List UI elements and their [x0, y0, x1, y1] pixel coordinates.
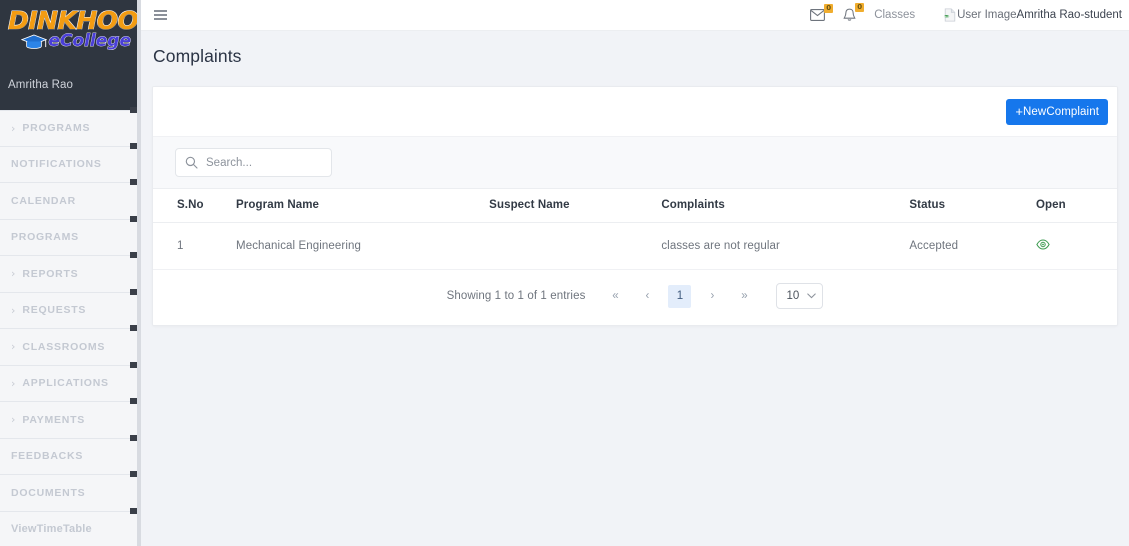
sidebar-brand-area: DINKHOO! eCollege Amritha Rao	[0, 0, 141, 110]
messages-badge: 0	[824, 4, 834, 13]
hamburger-bar	[154, 18, 167, 21]
pagination-last-button[interactable]: »	[733, 285, 755, 307]
sidebar-item-label: CLASSROOMS	[22, 340, 106, 353]
sidebar-item-classrooms[interactable]: › CLASSROOMS	[0, 325, 141, 366]
user-menu[interactable]: User Image Amritha Rao-student	[943, 8, 1125, 22]
chevron-right-icon: ›	[11, 340, 16, 354]
sidebar-item-programs[interactable]: › PROGRAMS	[0, 107, 141, 147]
hamburger-icon[interactable]	[152, 7, 169, 23]
search-icon	[185, 156, 198, 169]
table-header: S.No Program Name Suspect Name Complaint…	[153, 188, 1117, 223]
sidebar-item-label: PAYMENTS	[22, 413, 86, 426]
main-content: 0 0 Classes User Image Amritha Rao-stude…	[141, 0, 1129, 546]
pagination-next-button[interactable]: ›	[701, 285, 723, 307]
column-header-sno[interactable]: S.No	[153, 188, 237, 223]
user-name-label: Amritha Rao-student	[1016, 9, 1122, 21]
card-toolbar: + NewComplaint	[153, 87, 1117, 136]
logo-secondary-text: eCollege	[48, 31, 131, 51]
sidebar-item-applications[interactable]: › APPLICATIONS	[0, 361, 141, 402]
sidebar: DINKHOO! eCollege Amritha Rao › PROGRAMS	[0, 0, 141, 546]
sidebar-item-viewtimetable[interactable]: ViewTimeTable	[0, 507, 141, 546]
pagination-page-1[interactable]: 1	[668, 284, 692, 308]
graduation-cap-icon	[21, 34, 48, 49]
sidebar-item-payments[interactable]: › PAYMENTS	[0, 398, 141, 439]
topbar-actions: 0 0 Classes User Image Amritha Rao-stude…	[810, 3, 1125, 22]
sidebar-item-label: NOTIFICATIONS	[11, 158, 102, 171]
new-complaint-label: NewComplaint	[1023, 105, 1099, 118]
sidebar-item-notifications[interactable]: NOTIFICATIONS	[0, 142, 141, 183]
complaints-card: + NewComplaint S.No Program Na	[152, 86, 1118, 326]
cell-sno: 1	[153, 222, 237, 270]
plus-icon: +	[1015, 104, 1024, 119]
search-section	[153, 136, 1117, 188]
avatar-alt-text: User Image	[957, 9, 1017, 21]
chevron-down-icon	[807, 293, 817, 299]
sidebar-item-label: REQUESTS	[22, 304, 87, 317]
table-body: 1 Mechanical Engineering classes are not…	[153, 222, 1117, 270]
sidebar-item-programs-2[interactable]: PROGRAMS	[0, 215, 141, 256]
sidebar-item-label: FEEDBACKS	[11, 450, 84, 463]
complaints-table: S.No Program Name Suspect Name Complaint…	[153, 188, 1117, 270]
top-navbar: 0 0 Classes User Image Amritha Rao-stude…	[141, 0, 1129, 31]
pagination-summary: Showing 1 to 1 of 1 entries	[446, 290, 586, 302]
sidebar-item-feedbacks[interactable]: FEEDBACKS	[0, 434, 141, 475]
cell-open	[1035, 222, 1117, 270]
pagination: Showing 1 to 1 of 1 entries « ‹ 1 › » 10	[153, 270, 1117, 325]
sidebar-item-label: ViewTimeTable	[11, 523, 92, 536]
messages-button[interactable]: 0	[810, 4, 834, 21]
sidebar-item-label: DOCUMENTS	[11, 486, 86, 499]
eye-icon[interactable]	[1036, 239, 1050, 250]
column-header-status[interactable]: Status	[909, 188, 1036, 223]
notifications-badge: 0	[855, 3, 865, 12]
chevron-right-icon: ›	[11, 267, 16, 281]
new-complaint-button[interactable]: + NewComplaint	[1006, 98, 1108, 125]
sidebar-username: Amritha Rao	[8, 79, 74, 91]
page-size-value: 10	[786, 290, 800, 302]
chevron-right-icon: ›	[11, 413, 16, 427]
sidebar-item-requests[interactable]: › REQUESTS	[0, 288, 141, 329]
sidebar-item-label: PROGRAMS	[22, 122, 91, 135]
column-header-program-name[interactable]: Program Name	[236, 188, 490, 223]
page-size-select[interactable]: 10	[776, 283, 824, 309]
sidebar-item-label: PROGRAMS	[11, 231, 79, 244]
sidebar-item-calendar[interactable]: CALENDAR	[0, 179, 141, 220]
sidebar-item-documents[interactable]: DOCUMENTS	[0, 471, 141, 512]
search-input[interactable]	[206, 156, 322, 169]
pagination-first-button[interactable]: «	[604, 285, 626, 307]
column-header-complaints[interactable]: Complaints	[661, 188, 910, 223]
cell-status: Accepted	[909, 222, 1036, 270]
envelope-icon	[810, 9, 826, 21]
sidebar-item-label: REPORTS	[22, 267, 79, 280]
app-root: DINKHOO! eCollege Amritha Rao › PROGRAMS	[0, 0, 1129, 546]
hamburger-bar	[154, 14, 167, 16]
cell-complaints: classes are not regular	[661, 222, 910, 270]
column-header-suspect-name[interactable]: Suspect Name	[489, 188, 662, 223]
classes-link[interactable]: Classes	[874, 9, 915, 21]
sidebar-item-label: APPLICATIONS	[22, 377, 109, 390]
chevron-right-icon: ›	[11, 376, 16, 390]
broken-image-icon	[943, 8, 956, 22]
table-row[interactable]: 1 Mechanical Engineering classes are not…	[153, 222, 1117, 270]
cell-program-name: Mechanical Engineering	[236, 222, 490, 270]
pagination-prev-button[interactable]: ‹	[636, 285, 658, 307]
sidebar-item-reports[interactable]: › REPORTS	[0, 252, 141, 293]
sidebar-menu: › PROGRAMS NOTIFICATIONS CALENDAR PROGRA…	[0, 107, 141, 546]
column-header-open[interactable]: Open	[1035, 188, 1117, 223]
page-title: Complaints	[153, 46, 242, 66]
hamburger-bar	[154, 9, 167, 12]
chevron-right-icon: ›	[11, 121, 16, 135]
sidebar-item-label: CALENDAR	[11, 194, 76, 207]
search-box[interactable]	[175, 148, 332, 177]
table-header-row: S.No Program Name Suspect Name Complaint…	[153, 188, 1117, 223]
app-logo[interactable]: DINKHOO! eCollege	[0, 0, 141, 62]
cell-suspect-name	[489, 222, 662, 270]
chevron-right-icon: ›	[11, 303, 16, 317]
notifications-button[interactable]: 0	[843, 3, 865, 22]
